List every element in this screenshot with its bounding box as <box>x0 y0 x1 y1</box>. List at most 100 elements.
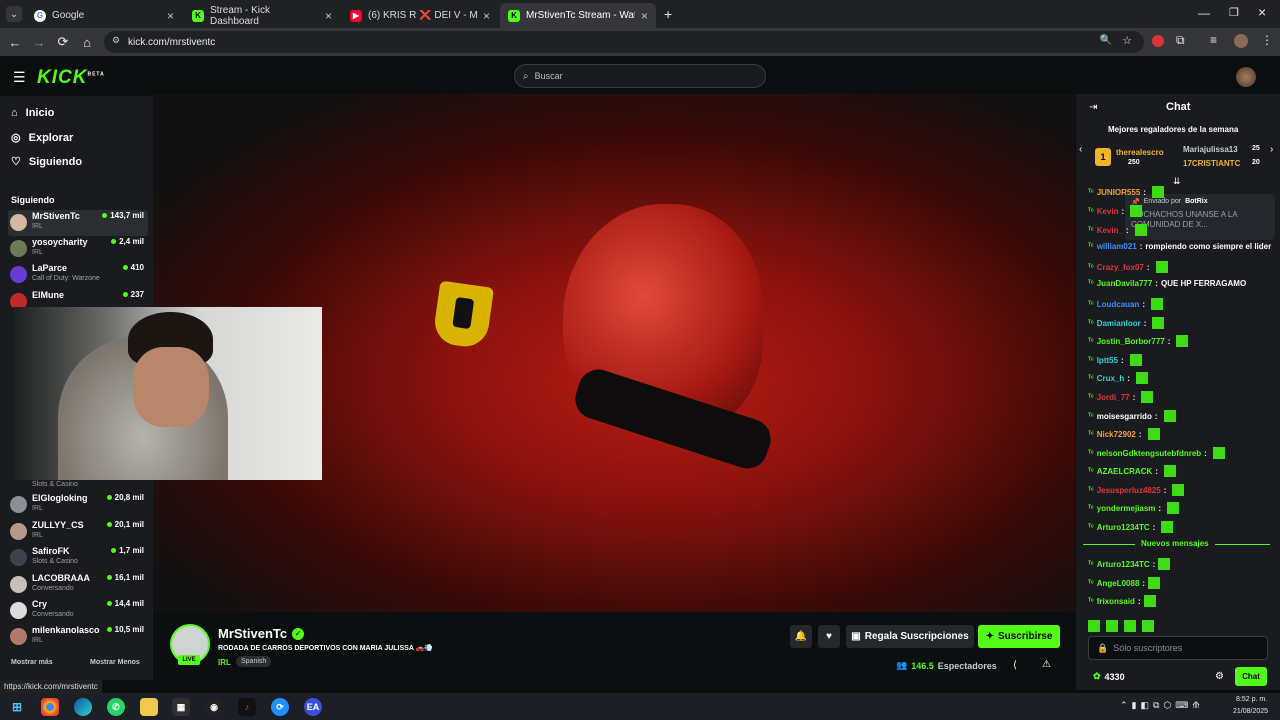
expand-pinned-icon[interactable]: ⇊ <box>1173 176 1181 187</box>
new-tab-button[interactable]: + <box>664 6 672 22</box>
chat-username[interactable]: moisesgarrido <box>1097 412 1152 421</box>
back-icon[interactable]: ← <box>6 33 24 51</box>
bookmark-star-icon[interactable]: ☆ <box>1122 34 1132 47</box>
chat-username[interactable]: Arturo1234TC <box>1097 523 1150 532</box>
file-explorer-icon[interactable] <box>140 698 158 716</box>
tab-list-button[interactable]: ⌄ <box>6 6 22 22</box>
subscribe-button[interactable]: ✦ Suscribirse <box>978 625 1060 648</box>
following-item-elglogloking[interactable]: ElGlogloking IRL 20,8 mil <box>8 492 148 518</box>
site-info-icon[interactable]: ⚙ <box>112 35 120 46</box>
clock-time[interactable]: 8:52 p. m. <box>1236 696 1267 703</box>
gifter-name[interactable]: 17CRISTIANTC <box>1183 159 1240 168</box>
browser-menu-icon[interactable]: ⋮ <box>1261 33 1273 47</box>
following-item-laparce[interactable]: LaParce Call of Duty: Warzone 410 <box>8 262 148 288</box>
emote-icon[interactable] <box>1142 620 1154 632</box>
close-tab-icon[interactable]: × <box>325 9 332 23</box>
reload-icon[interactable]: ⟳ <box>54 33 72 51</box>
clock-date[interactable]: 21/08/2025 <box>1233 708 1268 715</box>
zoom-icon[interactable]: 🔍 <box>1100 35 1112 46</box>
following-item-safirofk[interactable]: SafiroFK Slots & Casino 1,7 mil <box>8 545 148 571</box>
category-link[interactable]: IRL <box>218 658 231 667</box>
chrome-icon[interactable] <box>41 698 59 716</box>
tab-youtube[interactable]: ▶ (6) KRIS R ❌ DEI V - MUÑECA × <box>342 3 498 28</box>
tab-google[interactable]: G Google × <box>26 3 182 28</box>
chat-username[interactable]: lptt55 <box>1097 356 1118 365</box>
pinned-message[interactable]: 📌 Enviado por BotRix MUCHACHOS UNANSE A … <box>1125 194 1275 240</box>
chat-username[interactable]: nelsonGdktengsutebfdnreb <box>1097 449 1201 458</box>
close-tab-icon[interactable]: × <box>483 9 490 23</box>
gifter-name[interactable]: Mariajulissa13 <box>1183 145 1238 154</box>
chat-username[interactable]: Kevin_ <box>1097 226 1123 235</box>
chat-username[interactable]: Crazy_fox07 <box>1097 263 1144 272</box>
chat-username[interactable]: Jostin_Borbor777 <box>1097 337 1165 346</box>
chat-username[interactable]: AZAELCRACK <box>1097 467 1153 476</box>
hamburger-menu-icon[interactable]: ☰ <box>13 69 26 86</box>
gifters-prev-icon[interactable]: ‹ <box>1079 144 1082 155</box>
collapse-chat-icon[interactable]: ⇥ <box>1089 102 1097 113</box>
tab-kick-dashboard[interactable]: K Stream - Kick Dashboard × <box>184 3 340 28</box>
tiktok-icon[interactable]: ♪ <box>238 698 256 716</box>
emote-icon[interactable] <box>1106 620 1118 632</box>
emote-icon[interactable] <box>1088 620 1100 632</box>
send-chat-button[interactable]: Chat <box>1235 667 1267 686</box>
profile-avatar[interactable] <box>1234 34 1248 48</box>
channel-points[interactable]: ✿ 4330 <box>1093 671 1125 682</box>
url-input[interactable]: ⚙ kick.com/mrstiventc 🔍 ☆ <box>104 31 1144 53</box>
store-icon[interactable]: ▦ <box>172 698 190 716</box>
chat-username[interactable]: Arturo1234TC <box>1097 560 1150 569</box>
following-item-cry[interactable]: Cry Conversando 14,4 mil <box>8 598 148 624</box>
app-icon[interactable]: ⟳ <box>271 698 289 716</box>
gift-subs-button[interactable]: ▣ Regala Suscripciones <box>846 625 974 648</box>
gifters-next-icon[interactable]: › <box>1270 144 1273 155</box>
report-icon[interactable]: ⚠ <box>1042 659 1051 670</box>
chat-username[interactable]: Jesusperluz4825 <box>1097 486 1161 495</box>
chat-username[interactable]: JuanDavila777 <box>1097 279 1153 288</box>
whatsapp-icon[interactable]: ✆ <box>107 698 125 716</box>
follow-button[interactable]: ♥ <box>818 625 840 648</box>
chat-username[interactable]: Jordi_77 <box>1097 393 1130 402</box>
home-icon[interactable]: ⌂ <box>78 33 96 51</box>
chat-username[interactable]: JUNIOR555 <box>1097 188 1141 197</box>
chat-username[interactable]: Nick72902 <box>1097 430 1136 439</box>
obs-icon[interactable]: ◉ <box>205 698 223 716</box>
following-item-zullyy-cs[interactable]: ZULLYY_CS IRL 20,1 mil <box>8 519 148 545</box>
emote-icon[interactable] <box>1124 620 1136 632</box>
show-more-button[interactable]: Mostrar más <box>11 659 53 666</box>
close-tab-icon[interactable]: × <box>641 9 648 23</box>
user-avatar[interactable] <box>1236 67 1256 87</box>
following-item-lacobraaa[interactable]: LACOBRAAA Conversando 16,1 mil <box>8 572 148 598</box>
chat-username[interactable]: frixonsaid <box>1097 597 1135 606</box>
extensions-puzzle-icon[interactable]: ⧉ <box>1176 33 1185 48</box>
extension-icon[interactable] <box>1152 35 1164 47</box>
chat-username[interactable]: Loudcauan <box>1097 300 1140 309</box>
following-item-yosoycharity[interactable]: yosoycharity IRL 2,4 mil <box>8 236 148 262</box>
tab-mrstiventc[interactable]: K MrStivenTc Stream - Watch Live × <box>500 3 656 28</box>
ea-app-icon[interactable]: EA <box>304 698 322 716</box>
system-tray[interactable]: ⌃▮◧⧉⬡⌨⟰ <box>1120 700 1204 711</box>
share-icon[interactable]: ⟨ <box>1013 660 1017 671</box>
chat-username[interactable]: Kevin <box>1097 207 1119 216</box>
forward-icon[interactable]: → <box>30 33 48 51</box>
following-item-milenkanolasco[interactable]: milenkanolasco IRL 10,5 mil <box>8 624 148 650</box>
media-control-icon[interactable]: ≡ <box>1210 33 1217 47</box>
chat-settings-icon[interactable]: ⚙ <box>1215 671 1224 682</box>
chat-input[interactable]: 🔒 Sólo suscriptores <box>1088 636 1268 660</box>
chat-username[interactable]: william021 <box>1097 242 1137 251</box>
chat-username[interactable]: AngeL0088 <box>1097 579 1140 588</box>
following-item-mrstiventc[interactable]: MrStivenTc IRL 143,7 mil <box>8 210 148 236</box>
close-window-button[interactable]: × <box>1258 4 1266 20</box>
language-tag[interactable]: Spanish <box>236 656 272 667</box>
restore-button[interactable]: ❐ <box>1229 6 1239 19</box>
chat-username[interactable]: Crux_h <box>1097 374 1125 383</box>
chat-username[interactable]: Damianloor <box>1097 319 1141 328</box>
minimize-button[interactable]: — <box>1198 6 1210 20</box>
chat-username[interactable]: yondermejiasm <box>1097 504 1156 513</box>
emote-bar[interactable] <box>1088 620 1268 632</box>
nav-inicio[interactable]: ⌂ Inicio <box>11 107 54 119</box>
close-tab-icon[interactable]: × <box>167 9 174 23</box>
channel-title[interactable]: MrStivenTc ✓ <box>218 626 305 641</box>
search-input[interactable]: ⌕ Buscar <box>514 64 766 88</box>
gifter-name[interactable]: therealescro <box>1116 148 1164 157</box>
kick-logo[interactable]: KICKBETA <box>37 67 105 89</box>
nav-explorar[interactable]: ◎ Explorar <box>11 131 73 145</box>
